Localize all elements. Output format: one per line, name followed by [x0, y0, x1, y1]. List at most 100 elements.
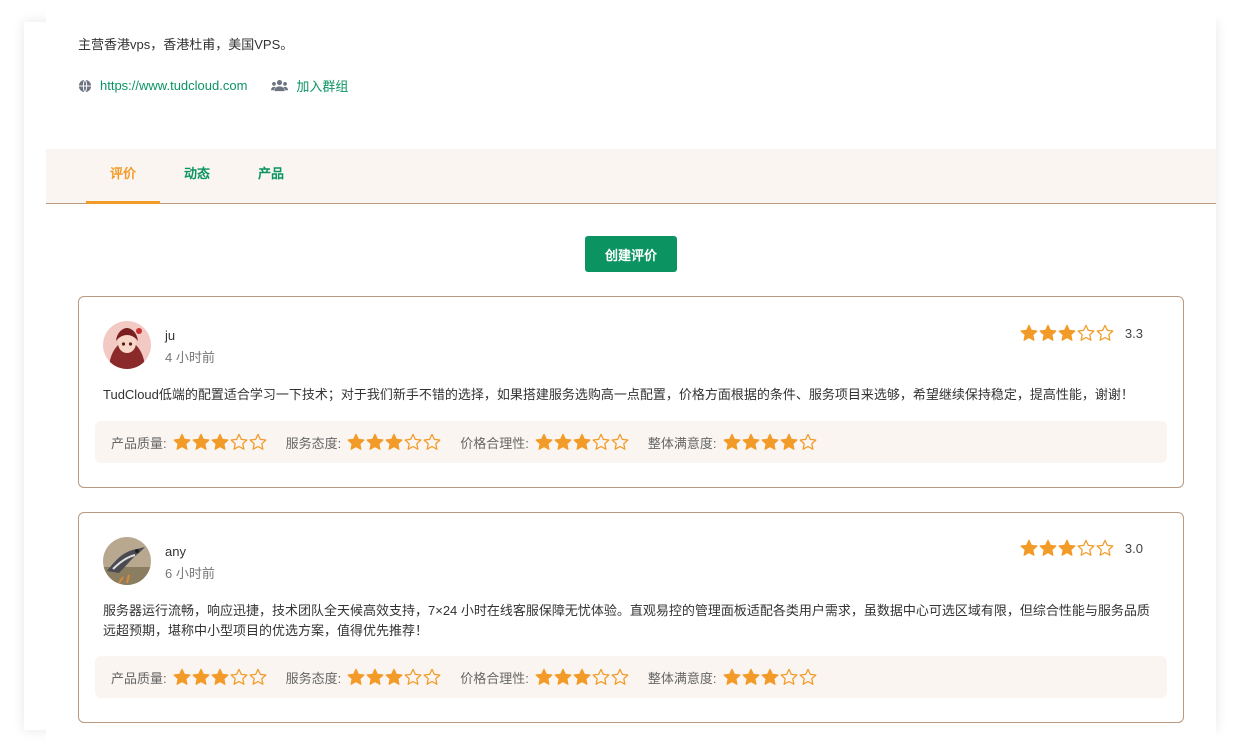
- rating-stars: [347, 433, 442, 451]
- review-card: any 6 小时前 3.0 服务器运行流畅，响应迅捷，技术团队全天候高效支持，7…: [78, 512, 1184, 723]
- vendor-links: https://www.tudcloud.com 加入群组: [78, 76, 372, 95]
- overall-rating: 3.0: [1020, 539, 1143, 557]
- tab-reviews[interactable]: 评价: [86, 149, 160, 204]
- star-filled-icon: [573, 668, 591, 685]
- star-empty-icon: [249, 668, 267, 685]
- rating-label: 服务态度:: [285, 670, 342, 686]
- star-empty-icon: [780, 668, 797, 685]
- rating-stars: [723, 668, 818, 686]
- star-filled-icon: [1020, 539, 1038, 556]
- join-group-label[interactable]: 加入群组: [296, 76, 348, 95]
- rating-quality: 产品质量:: [111, 668, 268, 687]
- rating-label: 整体满意度:: [647, 435, 717, 451]
- rating-quality: 产品质量:: [111, 433, 268, 452]
- globe-icon: [78, 79, 92, 92]
- star-filled-icon: [1020, 324, 1038, 341]
- star-filled-icon: [573, 433, 591, 450]
- star-empty-icon: [592, 668, 610, 685]
- rating-label: 产品质量:: [111, 435, 167, 451]
- star-filled-icon: [554, 668, 572, 685]
- star-filled-icon: [761, 668, 778, 685]
- review-content: 服务器运行流畅，响应迅捷，技术团队全天候高效支持，7×24 小时在线客服保障无忧…: [103, 603, 1150, 638]
- overall-rating: 3.3: [1020, 324, 1143, 342]
- star-filled-icon: [366, 433, 384, 450]
- star-filled-icon: [554, 433, 572, 450]
- star-filled-icon: [723, 433, 740, 450]
- rating-label: 价格合理性:: [460, 435, 529, 451]
- star-filled-icon: [780, 433, 797, 450]
- avatar: [103, 537, 151, 585]
- tab-products[interactable]: 产品: [234, 149, 308, 203]
- star-filled-icon: [742, 433, 759, 450]
- rating-overall: 整体满意度:: [648, 433, 818, 452]
- star-filled-icon: [535, 668, 553, 685]
- review-card: ju 4 小时前 3.3 TudCloud低端的配置适合学习一下技术；对于我们新…: [78, 296, 1184, 488]
- star-filled-icon: [211, 668, 229, 685]
- sub-ratings: 产品质量: 服务态度: 价格合理性: 整体满意度:: [95, 656, 1167, 698]
- overall-score: 3.3: [1124, 325, 1143, 341]
- rating-label: 产品质量:: [111, 670, 167, 686]
- overall-score: 3.0: [1124, 540, 1143, 556]
- rating-price: 价格合理性:: [460, 433, 630, 452]
- join-group-link[interactable]: 加入群组: [271, 76, 348, 95]
- star-filled-icon: [192, 433, 210, 450]
- star-filled-icon: [1058, 539, 1076, 556]
- star-empty-icon: [592, 433, 610, 450]
- rating-stars: [723, 433, 818, 451]
- star-filled-icon: [1039, 539, 1057, 556]
- users-icon: [271, 79, 289, 91]
- star-filled-icon: [535, 433, 553, 450]
- star-empty-icon: [404, 433, 422, 450]
- star-empty-icon: [1077, 539, 1095, 556]
- star-empty-icon: [611, 668, 629, 685]
- star-empty-icon: [249, 433, 267, 450]
- rating-stars: [535, 433, 630, 451]
- star-empty-icon: [1096, 324, 1114, 341]
- rating-overall: 整体满意度:: [648, 668, 818, 687]
- website-url[interactable]: https://www.tudcloud.com: [100, 78, 247, 93]
- star-filled-icon: [173, 433, 191, 450]
- star-filled-icon: [192, 668, 210, 685]
- star-filled-icon: [385, 433, 403, 450]
- star-empty-icon: [799, 433, 816, 450]
- star-empty-icon: [1096, 539, 1114, 556]
- star-empty-icon: [230, 433, 248, 450]
- rating-label: 价格合理性:: [460, 670, 529, 686]
- star-empty-icon: [404, 668, 422, 685]
- rating-price: 价格合理性:: [460, 668, 630, 687]
- rating-stars: [535, 668, 630, 686]
- review-username[interactable]: any: [165, 544, 186, 559]
- star-empty-icon: [1077, 324, 1095, 341]
- tab-updates[interactable]: 动态: [160, 149, 234, 203]
- rating-stars: [173, 433, 268, 451]
- rating-stars: [347, 668, 442, 686]
- rating-label: 服务态度:: [285, 435, 342, 451]
- star-filled-icon: [173, 668, 191, 685]
- star-empty-icon: [423, 433, 441, 450]
- star-empty-icon: [799, 668, 816, 685]
- star-filled-icon: [742, 668, 759, 685]
- review-time: 6 小时前: [165, 566, 215, 581]
- star-empty-icon: [230, 668, 248, 685]
- vendor-intro: 主营香港vps，香港杜甫，美国VPS。: [78, 37, 294, 52]
- create-review-button[interactable]: 创建评价: [585, 236, 677, 272]
- rating-label: 整体满意度:: [647, 670, 717, 686]
- star-filled-icon: [385, 668, 403, 685]
- review-username[interactable]: ju: [165, 328, 175, 343]
- star-filled-icon: [1058, 324, 1076, 341]
- star-filled-icon: [211, 433, 229, 450]
- star-filled-icon: [723, 668, 740, 685]
- rating-service: 服务态度:: [286, 668, 443, 687]
- sub-ratings: 产品质量: 服务态度: 价格合理性: 整体满意度:: [95, 421, 1167, 463]
- rating-service: 服务态度:: [286, 433, 443, 452]
- rating-stars: [173, 668, 268, 686]
- star-empty-icon: [423, 668, 441, 685]
- review-content: TudCloud低端的配置适合学习一下技术；对于我们新手不错的选择，如果搭建服务…: [103, 387, 1134, 402]
- avatar: [103, 321, 151, 369]
- review-time: 4 小时前: [165, 350, 215, 365]
- star-filled-icon: [347, 668, 365, 685]
- tab-bar: 评价 动态 产品: [46, 149, 1216, 204]
- overall-stars: [1020, 324, 1115, 342]
- website-link[interactable]: https://www.tudcloud.com: [78, 78, 247, 93]
- star-filled-icon: [347, 433, 365, 450]
